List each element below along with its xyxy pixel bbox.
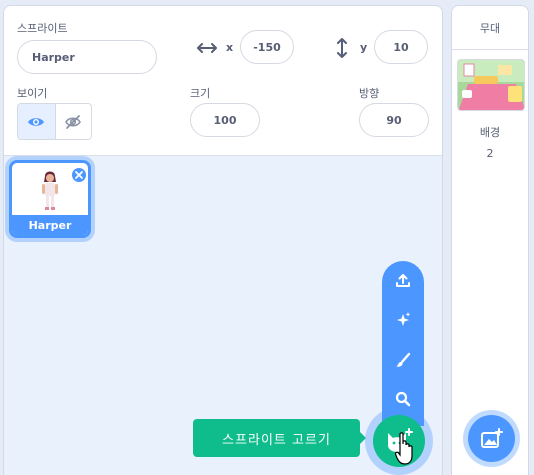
surprise-icon bbox=[397, 312, 411, 326]
eye-icon bbox=[28, 117, 45, 126]
upload-icon bbox=[396, 274, 410, 287]
show-sprite-button[interactable] bbox=[18, 104, 55, 139]
hand-cursor-icon bbox=[395, 432, 413, 465]
visibility-toggle-group bbox=[17, 103, 92, 140]
size-label: 크기 bbox=[190, 87, 211, 100]
choose-sprite-tooltip: 스프라이트 고르기 bbox=[193, 419, 366, 457]
sprite-label: 스프라이트 bbox=[17, 22, 68, 35]
backdrop-count: 2 bbox=[486, 147, 494, 160]
stage-pane: 무대 배경 2 bbox=[451, 5, 529, 475]
y-position-icon bbox=[337, 38, 347, 58]
bedroom-backdrop-icon bbox=[458, 60, 524, 110]
harper-costume-icon bbox=[42, 171, 58, 210]
search-icon bbox=[395, 391, 411, 407]
add-sprite-menu bbox=[382, 261, 424, 426]
x-label: x bbox=[226, 41, 234, 54]
direction-label: 방향 bbox=[359, 87, 380, 100]
hide-sprite-button[interactable] bbox=[54, 104, 91, 139]
eye-hidden-icon bbox=[65, 114, 82, 129]
upload-sprite-button[interactable] bbox=[382, 266, 424, 296]
paint-icon bbox=[396, 352, 411, 367]
show-label: 보이기 bbox=[17, 87, 48, 100]
y-position-input[interactable]: 10 bbox=[374, 30, 428, 64]
sprite-info-panel: 스프라이트 Harper x -150 y 10 보이기 크기 100 방향 9… bbox=[4, 6, 442, 156]
x-position-icon bbox=[197, 43, 217, 53]
delete-sprite-button[interactable] bbox=[71, 167, 87, 183]
y-label: y bbox=[360, 41, 368, 54]
sprite-name-input[interactable]: Harper bbox=[17, 40, 157, 74]
size-input[interactable]: 100 bbox=[190, 103, 260, 137]
sprite-pane: 스프라이트 Harper x -150 y 10 보이기 크기 100 방향 9… bbox=[3, 5, 443, 475]
close-icon bbox=[75, 171, 83, 179]
direction-input[interactable]: 90 bbox=[359, 103, 429, 137]
image-plus-icon bbox=[480, 427, 503, 448]
x-position-input[interactable]: -150 bbox=[240, 30, 294, 64]
backdrop-thumbnail[interactable] bbox=[457, 59, 525, 111]
choose-backdrop-button[interactable] bbox=[468, 415, 515, 462]
stage-title: 무대 bbox=[452, 6, 528, 50]
paint-sprite-button[interactable] bbox=[382, 345, 424, 375]
surprise-sprite-button[interactable] bbox=[382, 305, 424, 335]
sprite-tile-name: Harper bbox=[12, 215, 88, 235]
backdrops-label: 배경 bbox=[479, 126, 501, 139]
